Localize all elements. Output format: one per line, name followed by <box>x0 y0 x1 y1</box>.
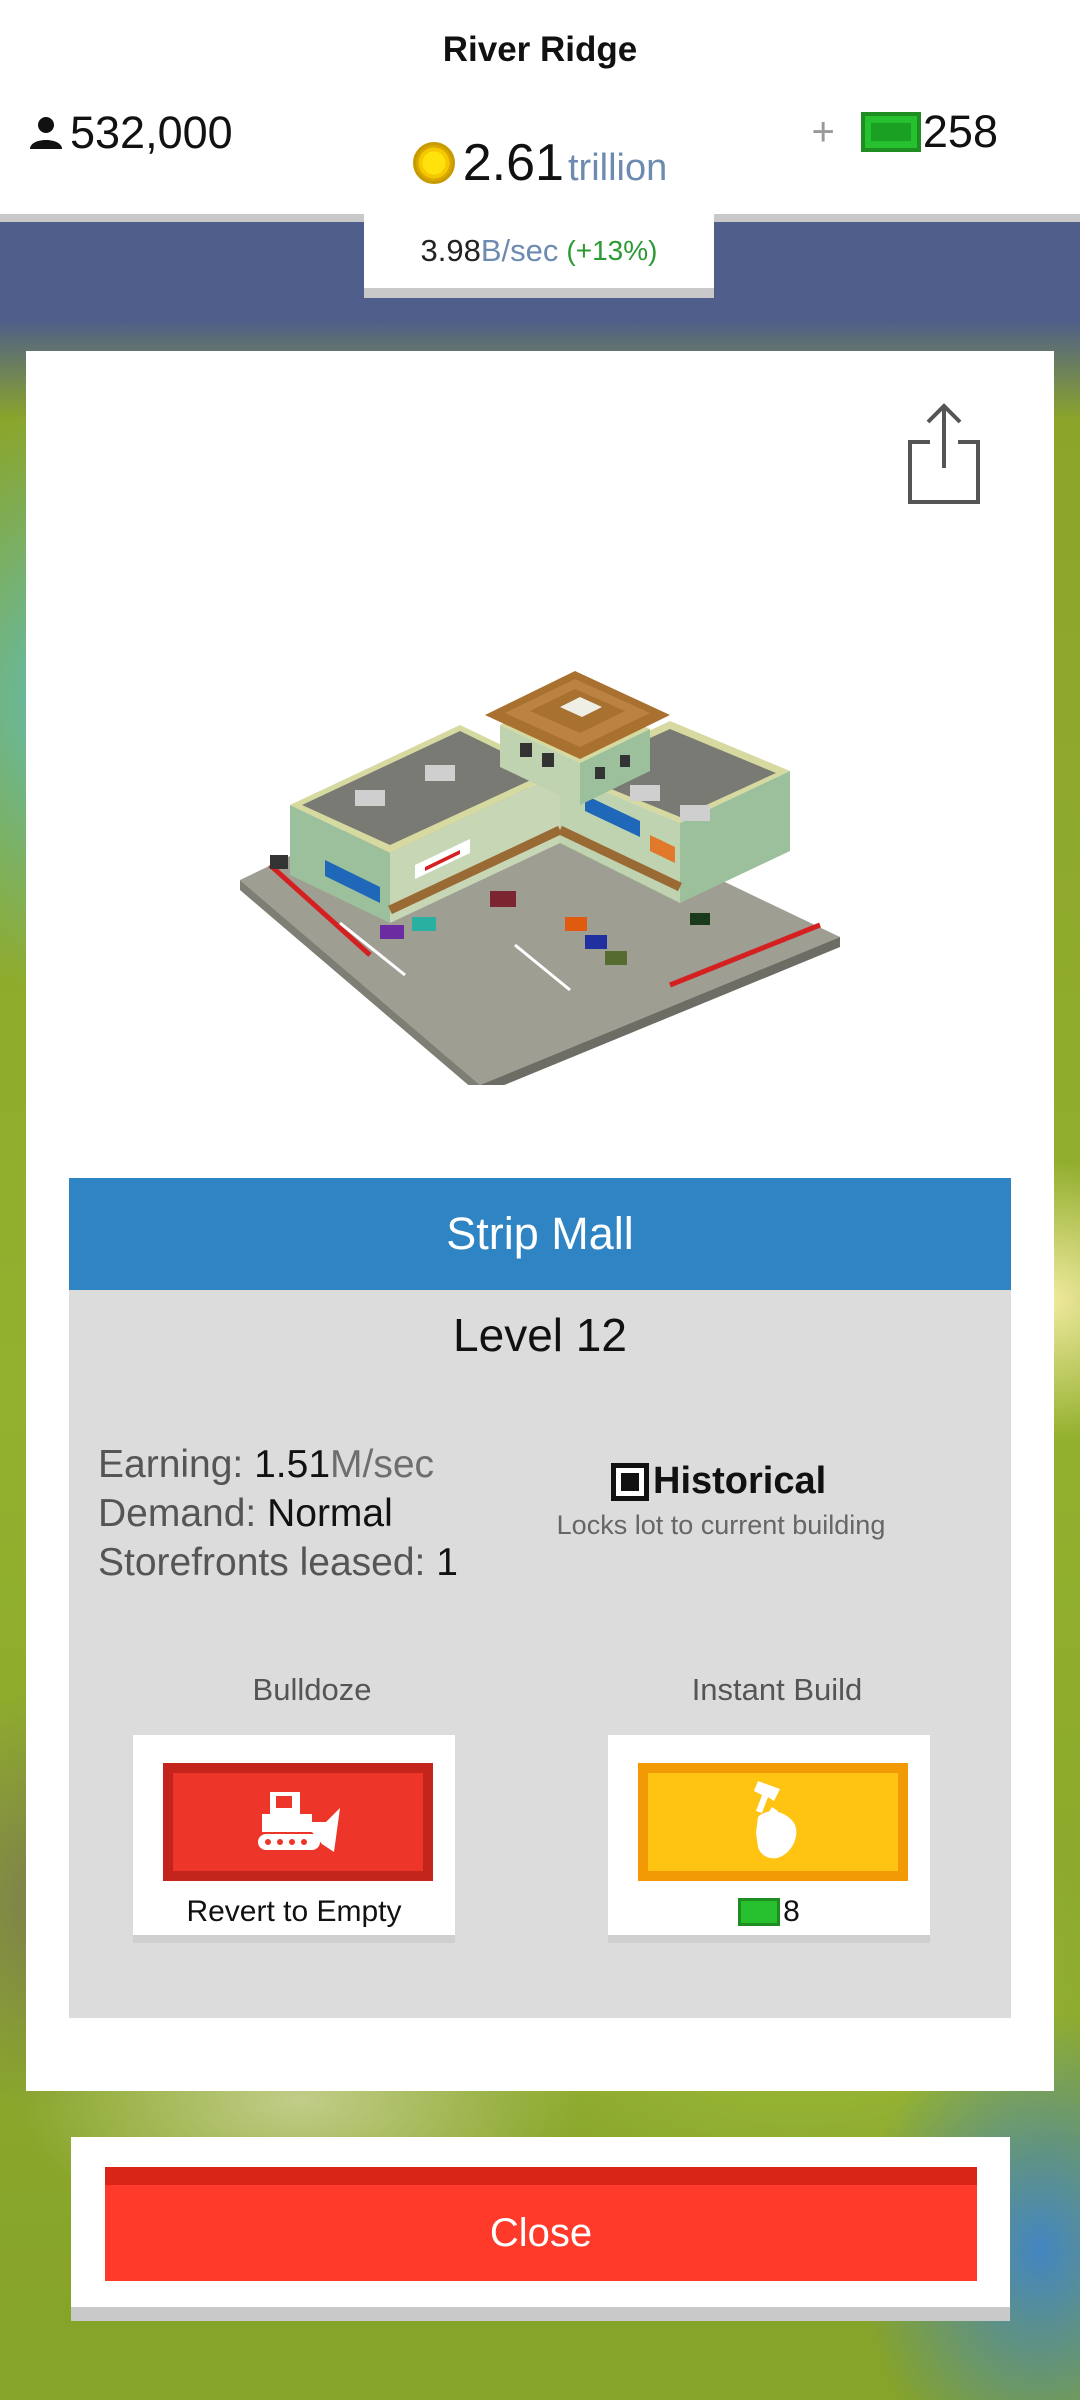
rate-change: (+13%) <box>566 235 658 266</box>
instant-build-card[interactable]: 8 <box>608 1735 930 1943</box>
close-label[interactable]: Close <box>490 2211 592 2256</box>
cash-value: 2.61 <box>462 134 564 192</box>
earning-unit: M/sec <box>330 1443 435 1486</box>
earning-value: 1.51 <box>254 1443 331 1486</box>
bulldoze-button-text[interactable]: Revert to Empty <box>133 1895 455 1929</box>
earning-label: Earning: <box>98 1443 244 1486</box>
instant-build-button[interactable] <box>638 1763 908 1881</box>
top-status-bar: River Ridge 532,000 2.61 trillion + 258 <box>0 0 1080 222</box>
instant-build-cost-value: 8 <box>783 1895 800 1928</box>
bulldoze-button[interactable] <box>163 1763 433 1881</box>
storefronts-row: Storefronts leased: 1 <box>98 1538 458 1587</box>
building-name: Strip Mall <box>446 1208 634 1259</box>
storefronts-label: Storefronts leased: <box>98 1541 426 1584</box>
historical-toggle[interactable]: Historical <box>611 1460 826 1503</box>
city-name: River Ridge <box>442 30 638 69</box>
storefronts-value: 1 <box>436 1541 458 1584</box>
demand-value: Normal <box>267 1492 393 1535</box>
demand-label: Demand: <box>98 1492 257 1535</box>
historical-checkbox[interactable] <box>611 1462 649 1501</box>
bulldoze-card[interactable]: Revert to Empty <box>133 1735 455 1943</box>
premium-currency[interactable]: + 258 <box>812 106 998 158</box>
instant-build-title: Instant Build <box>691 1672 863 1707</box>
building-name-band: Strip Mall <box>69 1178 1011 1290</box>
bulldoze-title: Bulldoze <box>252 1672 372 1707</box>
plus-icon[interactable]: + <box>812 110 835 155</box>
building-level: Level 12 <box>453 1309 627 1361</box>
building-stats: Earning: 1.51M/sec Demand: Normal Storef… <box>98 1440 458 1587</box>
cash-bill-icon <box>738 1898 781 1926</box>
close-button[interactable]: Close <box>105 2167 977 2281</box>
cash-bill-icon <box>860 112 921 152</box>
historical-description: Locks lot to current building <box>556 1510 886 1540</box>
building-info-panel: Level 12 Earning: 1.51M/sec Demand: Norm… <box>69 1290 1011 2018</box>
bulldozer-icon <box>258 1792 340 1852</box>
hammer-hand-icon <box>754 1781 797 1859</box>
rate-value: 3.98 <box>420 233 481 268</box>
instant-build-cost[interactable]: 8 <box>608 1895 930 1929</box>
premium-value: 258 <box>922 106 998 157</box>
earning-row: Earning: 1.51M/sec <box>98 1440 458 1489</box>
cash-unit: trillion <box>567 147 668 189</box>
strip-mall-illustration <box>240 671 840 1085</box>
income-rate-tab: 3.98 B/sec (+13%) <box>364 214 714 298</box>
close-card: Close <box>71 2137 1010 2321</box>
coin-icon <box>412 142 455 184</box>
rate-unit: B/sec <box>480 233 559 268</box>
historical-label[interactable]: Historical <box>653 1460 826 1503</box>
share-icon[interactable] <box>904 402 984 506</box>
demand-row: Demand: Normal <box>98 1489 458 1538</box>
